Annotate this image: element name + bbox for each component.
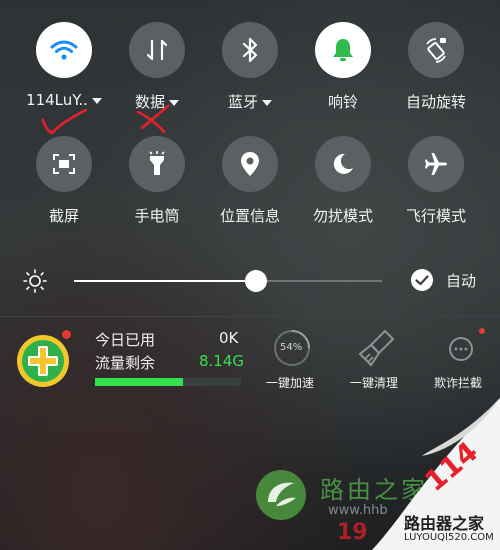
wifi-label[interactable]: 114LuY.. [17,91,111,109]
broom-icon [358,329,395,367]
remaining-value: 8.14G [199,352,245,370]
accelerate-label: 一键加速 [266,376,315,390]
brightness-slider[interactable] [74,270,382,292]
cleanup-label: 一键清理 [350,376,399,390]
mobile-data-toggle[interactable] [129,22,185,78]
airplane-toggle[interactable] [408,136,464,192]
brightness-slider-thumb[interactable] [244,270,267,292]
moon-icon [333,153,353,174]
tile-dnd[interactable]: 勿扰模式 [296,136,390,226]
watermark-logo [256,470,306,520]
screenshot-toggle[interactable] [36,136,92,192]
security-app-logo[interactable] [14,330,72,390]
mobile-data-icon [146,39,168,61]
wifi-icon [50,40,78,60]
location-label[interactable]: 位置信息 [203,205,297,226]
brightness-icon [23,269,47,293]
cleanup-button[interactable]: 一键清理 [346,328,408,392]
notification-dot [479,328,485,334]
fraud-block-label: 欺诈拦截 [434,376,483,390]
tile-data[interactable]: 数据 [110,22,204,112]
dnd-toggle[interactable] [315,136,371,192]
brightness-slider-fill [74,280,256,282]
remaining-label: 流量剩余 [95,354,156,372]
corner-badge: 114 路由器之家 LUYOUQI520.COM [362,398,500,550]
bluetooth-toggle[interactable] [222,22,278,78]
bluetooth-icon [242,37,258,63]
airplane-icon [425,153,447,175]
flashlight-label[interactable]: 手电筒 [110,205,204,226]
used-today-label: 今日已用 [95,331,156,349]
divider [0,316,500,317]
tile-flashlight[interactable]: 手电筒 [110,136,204,226]
accelerate-percent: 54% [280,342,303,353]
shield-plus-icon [17,335,69,387]
screenshot-icon [53,154,75,174]
auto-rotate-icon [426,38,446,63]
bluetooth-label[interactable]: 蓝牙 [203,91,297,112]
tile-screenshot[interactable]: 截屏 [17,136,111,226]
notification-dot [62,330,71,339]
flashlight-toggle[interactable] [129,136,185,192]
flashlight-icon [149,151,165,175]
chevron-down-icon [262,99,272,106]
tile-airplane[interactable]: 飞行模式 [389,136,483,226]
used-today-value: 0K [219,329,239,347]
ring-label[interactable]: 响铃 [296,91,390,112]
auto-brightness-label[interactable]: 自动 [446,270,476,291]
chevron-down-icon [91,97,102,104]
auto-brightness-checkbox[interactable] [410,268,434,292]
tile-rotate[interactable]: 自动旋转 [389,22,483,112]
tile-bluetooth[interactable]: 蓝牙 [203,22,297,112]
dnd-label[interactable]: 勿扰模式 [296,205,390,226]
chat-warning-icon [449,337,473,361]
fraud-block-button[interactable]: 欺诈拦截 [430,328,492,392]
remaining-progress-bar [95,378,241,386]
tile-location[interactable]: 位置信息 [203,136,297,226]
tile-ring[interactable]: 响铃 [296,22,390,112]
bell-icon [333,39,353,61]
rotate-label[interactable]: 自动旋转 [389,91,483,112]
cross-annotation [136,104,170,134]
location-toggle[interactable] [222,136,278,192]
checkmark-annotation [41,108,88,135]
corner-badge-url: LUYOUQI520.COM [404,532,494,543]
ring-toggle[interactable] [315,22,371,78]
corner-badge-text: 路由器之家 [404,514,485,533]
wifi-toggle[interactable] [36,22,92,78]
airplane-label[interactable]: 飞行模式 [389,205,483,226]
accelerate-button[interactable]: 54% 一键加速 [262,328,322,392]
location-icon [241,152,259,176]
tile-wifi[interactable]: 114LuY.. [17,22,111,109]
auto-rotate-toggle[interactable] [408,22,464,78]
screenshot-label[interactable]: 截屏 [17,205,111,226]
remaining-progress-fill [95,378,183,386]
